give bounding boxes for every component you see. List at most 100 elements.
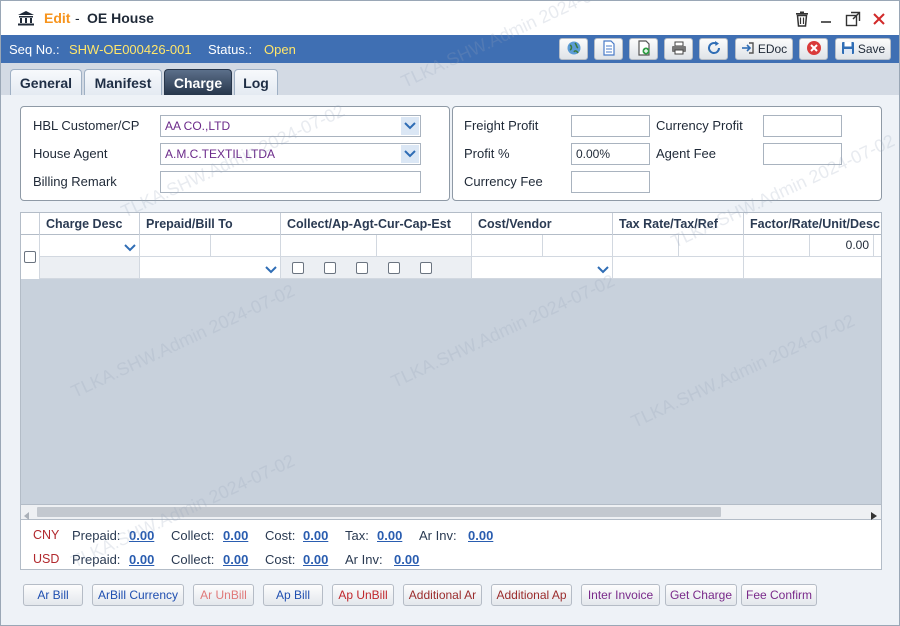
ap-checkbox[interactable] — [292, 262, 304, 274]
currency-profit-field[interactable] — [763, 115, 842, 137]
cny-cost-label: Cost: — [265, 528, 296, 543]
ar-bill-button[interactable]: Ar Bill — [23, 584, 83, 606]
charge-desc-select[interactable] — [39, 235, 139, 257]
chevron-down-icon — [265, 262, 277, 277]
maximize-icon[interactable] — [844, 10, 862, 28]
agent-fee-field[interactable] — [763, 143, 842, 165]
usd-cost-value[interactable]: 0.00 — [303, 552, 328, 567]
hbl-customer-select[interactable]: AA CO.,LTD — [160, 115, 421, 137]
document-button[interactable] — [594, 38, 623, 60]
edoc-label: EDoc — [757, 42, 788, 56]
header-prepaid-bill-to[interactable]: Prepaid/Bill To — [139, 213, 280, 235]
tab-log[interactable]: Log — [234, 69, 278, 95]
fee-confirm-button[interactable]: Fee Confirm — [741, 584, 817, 606]
tab-charge[interactable]: Charge — [164, 69, 232, 95]
factor-cell[interactable] — [743, 235, 809, 257]
tab-manifest[interactable]: Manifest — [84, 69, 162, 95]
factor-extra-cell — [873, 235, 881, 257]
seq-value: SHW-OE000426-001 — [69, 42, 192, 57]
cap-checkbox[interactable] — [388, 262, 400, 274]
cny-cost-value[interactable]: 0.00 — [303, 528, 328, 543]
cny-prepaid-value[interactable]: 0.00 — [129, 528, 154, 543]
tax-ref-cell[interactable] — [612, 257, 743, 279]
charge-desc-sub-cell — [39, 257, 139, 279]
header-cost-vendor[interactable]: Cost/Vendor — [471, 213, 612, 235]
ar-unbill-button[interactable]: Ar UnBill — [193, 584, 254, 606]
close-icon[interactable] — [870, 10, 888, 28]
chevron-down-icon — [401, 117, 419, 135]
tab-general[interactable]: General — [10, 69, 82, 95]
usd-collect-label: Collect: — [171, 552, 215, 567]
bill-to-cell[interactable] — [210, 235, 280, 257]
inter-invoice-button[interactable]: Inter Invoice — [581, 584, 660, 606]
collect-cell[interactable] — [280, 235, 376, 257]
document-icon — [602, 39, 616, 59]
cny-collect-value[interactable]: 0.00 — [223, 528, 248, 543]
save-button[interactable]: Save — [835, 38, 891, 60]
cancel-button[interactable] — [799, 38, 828, 60]
usd-arinv-value[interactable]: 0.00 — [394, 552, 419, 567]
hbl-customer-value: AA CO.,LTD — [165, 119, 231, 133]
header-tax-rate[interactable]: Tax Rate/Tax/Ref — [612, 213, 743, 235]
cny-tax-value[interactable]: 0.00 — [377, 528, 402, 543]
charge-grid: Charge Desc Prepaid/Bill To Collect/Ap-A… — [20, 212, 882, 520]
scrollbar-thumb[interactable] — [37, 507, 721, 517]
cur-checkbox[interactable] — [356, 262, 368, 274]
additional-ar-button[interactable]: Additional Ar — [403, 584, 482, 606]
usd-prepaid-value[interactable]: 0.00 — [129, 552, 154, 567]
refresh-button[interactable] — [699, 38, 728, 60]
house-agent-value: A.M.C.TEXTIL LTDA — [165, 147, 276, 161]
collect-flags-cell — [280, 257, 471, 279]
row-checkbox[interactable] — [24, 251, 36, 263]
cost-cell-2[interactable] — [542, 235, 612, 257]
cny-arinv-label: Ar Inv: — [419, 528, 457, 543]
globe-button[interactable] — [559, 38, 588, 60]
vendor-select[interactable] — [471, 257, 612, 279]
tax-cell[interactable] — [678, 235, 743, 257]
freight-profit-field[interactable] — [571, 115, 650, 137]
add-document-button[interactable] — [629, 38, 658, 60]
minimize-icon[interactable] — [817, 10, 835, 28]
bill-to-select[interactable] — [139, 257, 280, 279]
currency-profit-label: Currency Profit — [656, 118, 743, 133]
title-mode: Edit — [44, 10, 71, 26]
factor-value-cell[interactable]: 0.00 — [809, 235, 873, 257]
billing-remark-input[interactable] — [160, 171, 421, 193]
table-row: 0.00 — [21, 235, 881, 279]
cost-cell[interactable] — [471, 235, 542, 257]
prepaid-cell[interactable] — [139, 235, 210, 257]
header-factor-rate[interactable]: Factor/Rate/Unit/Desc — [743, 213, 881, 235]
usd-collect-value[interactable]: 0.00 — [223, 552, 248, 567]
add-document-icon — [637, 39, 651, 59]
profit-percent-field[interactable]: 0.00% — [571, 143, 650, 165]
header-collect[interactable]: Collect/Ap-Agt-Cur-Cap-Est — [280, 213, 471, 235]
get-charge-button[interactable]: Get Charge — [665, 584, 737, 606]
additional-ap-button[interactable]: Additional Ap — [491, 584, 572, 606]
billing-remark-label: Billing Remark — [33, 174, 117, 189]
totals-panel: CNY Prepaid: 0.00 Collect: 0.00 Cost: 0.… — [20, 520, 882, 570]
unit-desc-cell[interactable] — [743, 257, 881, 279]
cny-arinv-value[interactable]: 0.00 — [468, 528, 493, 543]
delete-icon[interactable] — [793, 10, 811, 28]
tax-rate-cell[interactable] — [612, 235, 678, 257]
est-checkbox[interactable] — [420, 262, 432, 274]
globe-icon — [566, 40, 582, 59]
print-button[interactable] — [664, 38, 693, 60]
house-agent-select[interactable]: A.M.C.TEXTIL LTDA — [160, 143, 421, 165]
currency-fee-field[interactable] — [571, 171, 650, 193]
cny-collect-label: Collect: — [171, 528, 215, 543]
agt-checkbox[interactable] — [324, 262, 336, 274]
usd-prepaid-label: Prepaid: — [72, 552, 121, 567]
grid-horizontal-scrollbar[interactable] — [20, 504, 882, 520]
header-charge-desc[interactable]: Charge Desc — [39, 213, 139, 235]
edoc-button[interactable]: EDoc — [735, 38, 793, 60]
collect-cell-2[interactable] — [376, 235, 471, 257]
chevron-down-icon — [124, 240, 136, 255]
ap-bill-button[interactable]: Ap Bill — [263, 584, 323, 606]
ap-unbill-button[interactable]: Ap UnBill — [332, 584, 394, 606]
currency-cny: CNY — [33, 528, 60, 542]
grid-header-select — [21, 213, 39, 235]
customer-panel: HBL Customer/CP AA CO.,LTD House Agent A… — [20, 106, 450, 201]
title-separator: - — [75, 10, 80, 26]
arbill-currency-button[interactable]: ArBill Currency — [92, 584, 184, 606]
